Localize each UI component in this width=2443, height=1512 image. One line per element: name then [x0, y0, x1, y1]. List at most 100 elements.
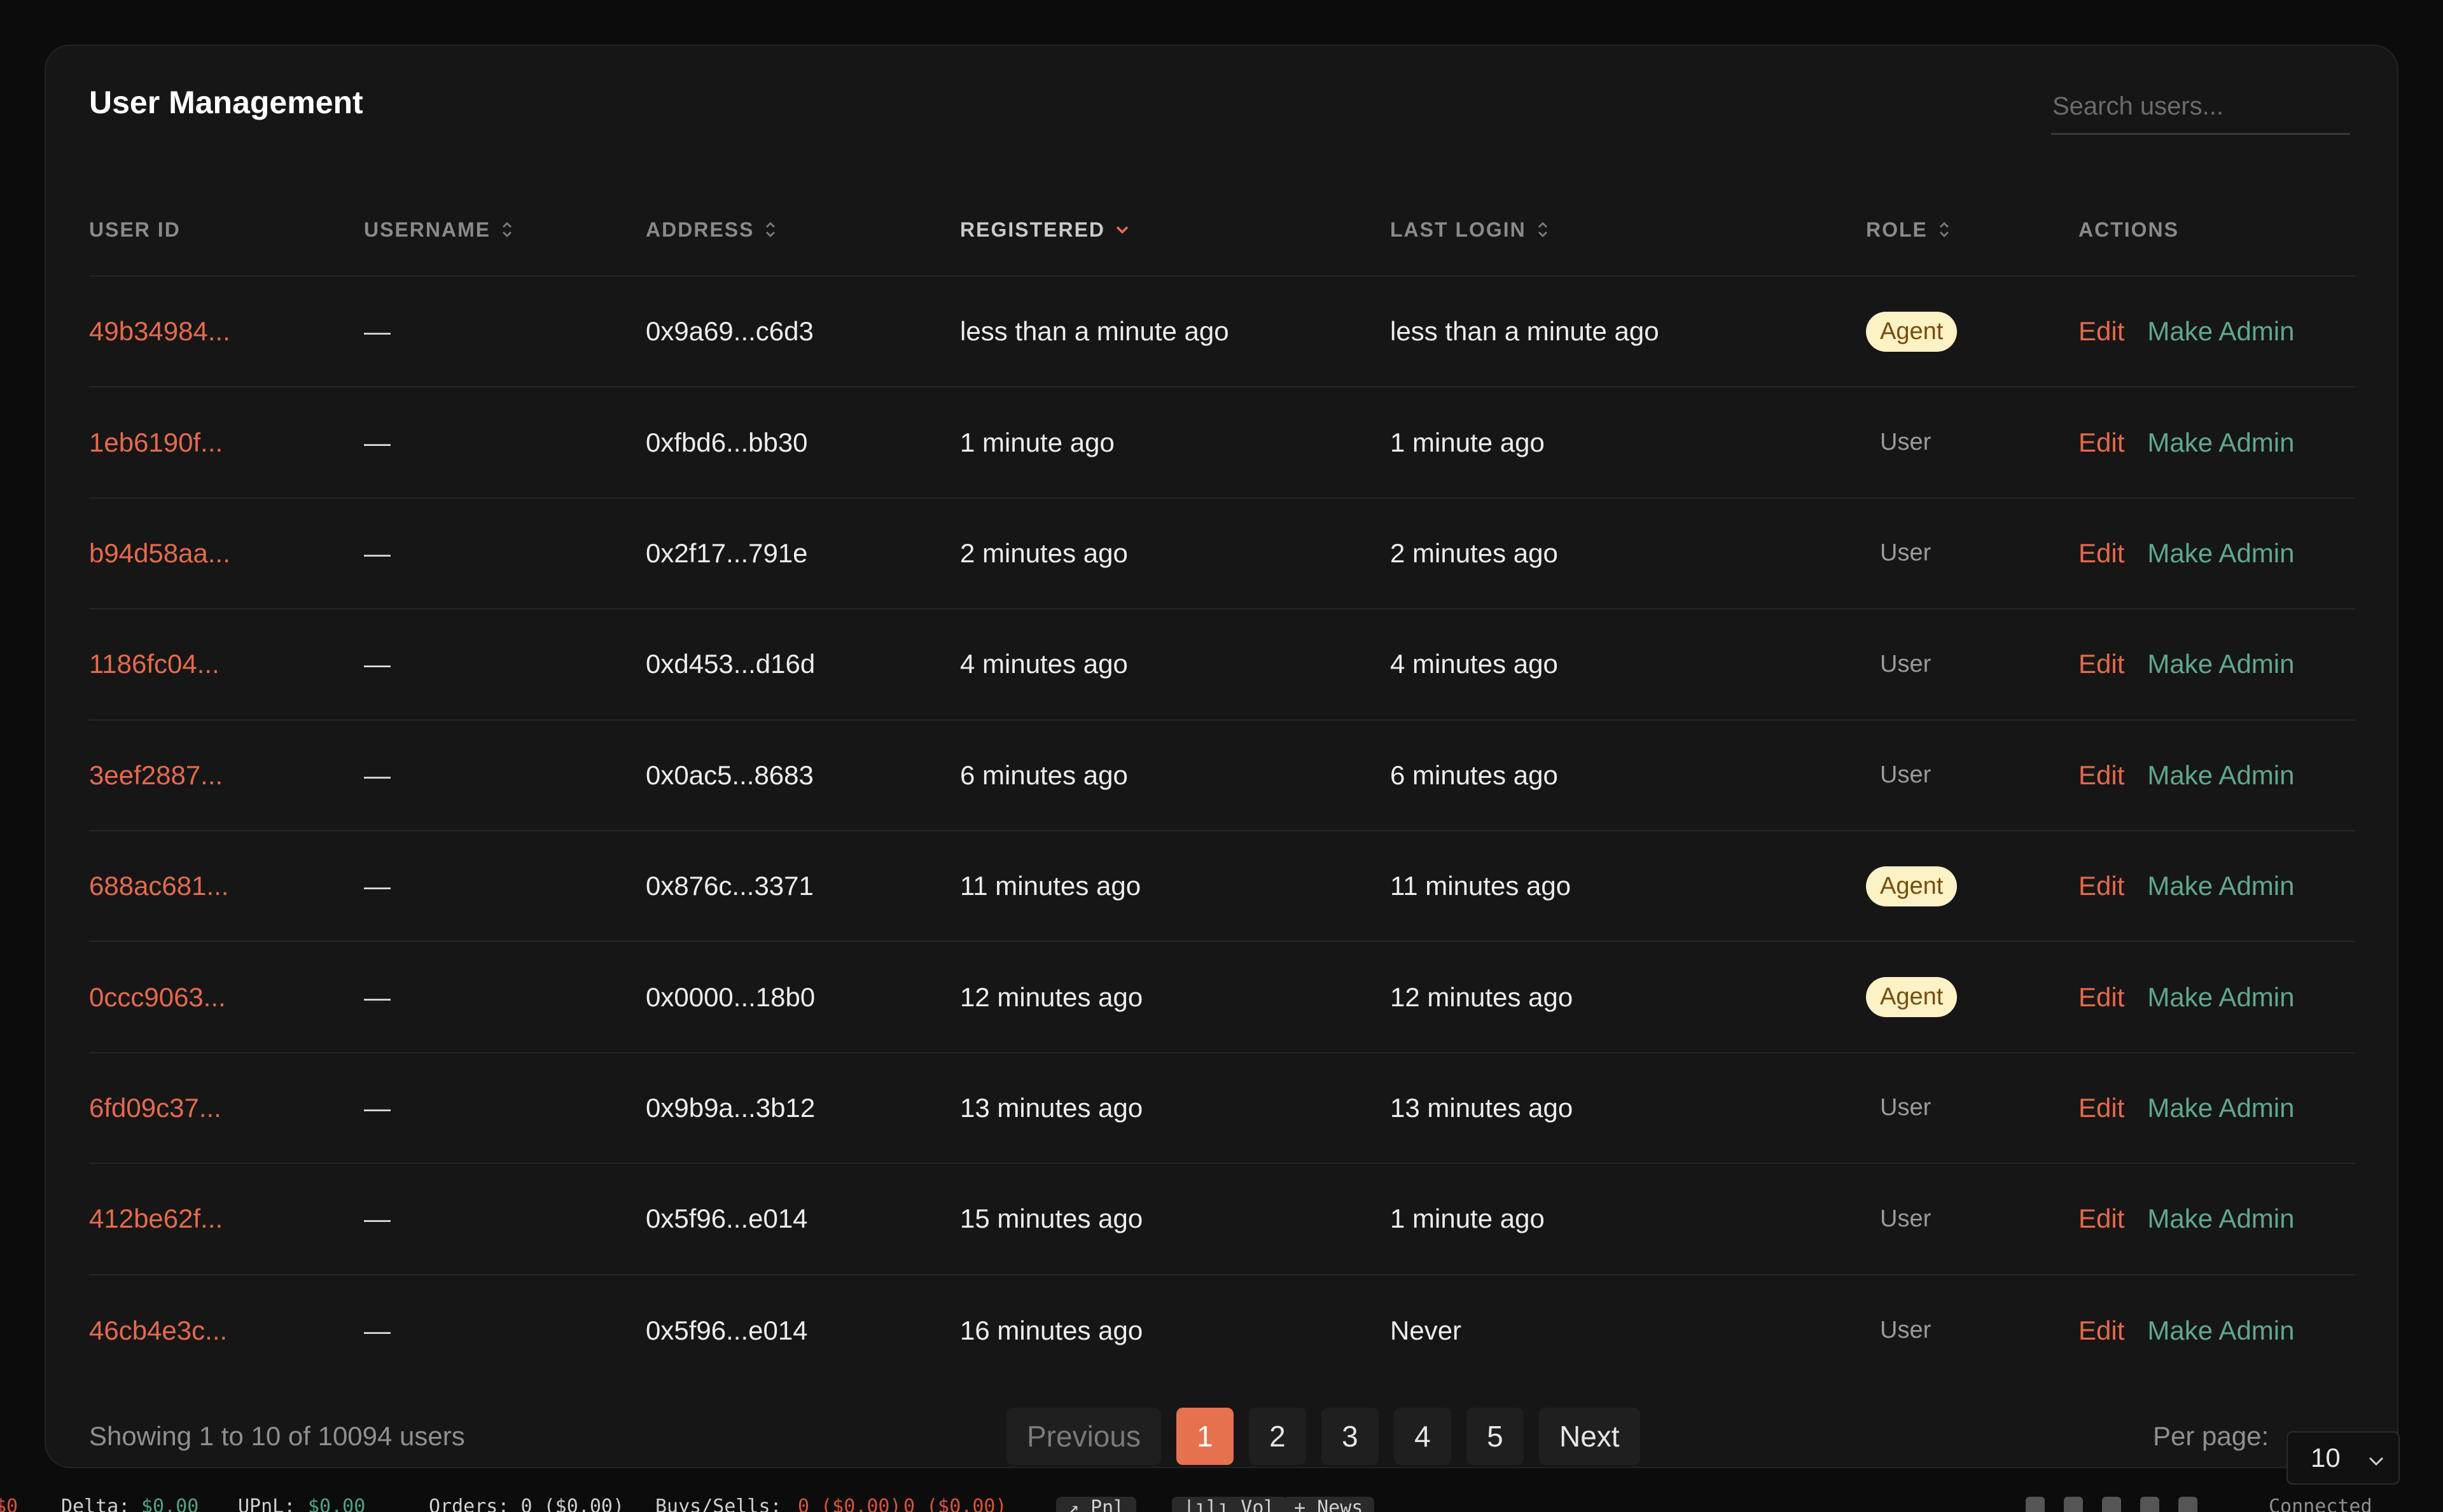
- pagination: Previous 1 2 3 4 5 Next: [1006, 1408, 1640, 1465]
- actions-cell: Edit Make Admin: [2078, 277, 2294, 386]
- sort-desc-icon: [1114, 223, 1131, 236]
- per-page-value: 10: [2311, 1443, 2341, 1473]
- edit-button[interactable]: Edit: [2078, 1315, 2124, 1346]
- linkedin-icon[interactable]: [2140, 1497, 2159, 1512]
- pnl-button[interactable]: ↗ Pnl: [1056, 1497, 1137, 1512]
- address-cell: 0x0000...18b0: [646, 981, 816, 1012]
- edit-button[interactable]: Edit: [2078, 538, 2124, 569]
- github-icon[interactable]: [2178, 1497, 2197, 1512]
- table-row: b94d58aa... — 0x2f17...791e 2 minutes ago 2 …: [89, 499, 2355, 610]
- address-cell: 0x0ac5...8683: [646, 759, 814, 790]
- user-id-link[interactable]: 1186fc04...: [89, 609, 219, 719]
- actions-cell: Edit Make Admin: [2078, 721, 2294, 830]
- user-management-panel: User Management USER ID USERNAME ADDRESS RE…: [45, 45, 2400, 1485]
- column-header-address[interactable]: ADDRESS: [646, 183, 778, 277]
- page-button-5[interactable]: 5: [1466, 1408, 1524, 1465]
- make-admin-button[interactable]: Make Admin: [2147, 871, 2294, 901]
- user-id-link[interactable]: 6fd09c37...: [89, 1053, 221, 1163]
- role-cell: User: [1866, 1053, 1945, 1163]
- table-body: 49b34984... — 0x9a69...c6d3 less than a min…: [89, 277, 2355, 1386]
- social-icons: [2026, 1497, 2197, 1512]
- role-badge: User: [1880, 1094, 1931, 1121]
- user-id-link[interactable]: 688ac681...: [89, 831, 229, 941]
- edit-button[interactable]: Edit: [2078, 1203, 2124, 1234]
- registered-cell: less than a minute ago: [960, 316, 1229, 347]
- address-cell: 0x9b9a...3b12: [646, 1092, 816, 1123]
- make-admin-button[interactable]: Make Admin: [2147, 649, 2294, 679]
- edit-button[interactable]: Edit: [2078, 427, 2124, 458]
- last-login-cell: 1 minute ago: [1390, 427, 1545, 457]
- table-row: 49b34984... — 0x9a69...c6d3 less than a min…: [89, 277, 2355, 388]
- make-admin-button[interactable]: Make Admin: [2147, 1203, 2294, 1234]
- make-admin-button[interactable]: Make Admin: [2147, 1093, 2294, 1123]
- table-row: 46cb4e3c... — 0x5f96...e014 16 minutes ago N…: [89, 1275, 2355, 1386]
- column-header-last-login[interactable]: LAST LOGIN: [1390, 183, 1550, 277]
- column-label: REGISTERED: [960, 218, 1106, 241]
- role-badge: User: [1880, 761, 1931, 789]
- x-icon[interactable]: [2026, 1497, 2045, 1512]
- vol-button[interactable]: |ılı Vol: [1172, 1497, 1287, 1512]
- registered-cell: 15 minutes ago: [960, 1203, 1143, 1234]
- orders-text: Orders: 0 ($0.00): [429, 1495, 625, 1512]
- per-page-select[interactable]: 10: [2286, 1431, 2400, 1485]
- last-login-cell: 2 minutes ago: [1390, 538, 1558, 568]
- user-id-link[interactable]: 1eb6190f...: [89, 387, 223, 497]
- role-badge: User: [1880, 1205, 1931, 1232]
- username-cell: —: [364, 1203, 391, 1234]
- address-cell: 0x2f17...791e: [646, 538, 808, 568]
- last-login-cell: 4 minutes ago: [1390, 649, 1558, 679]
- role-cell: Agent: [1866, 277, 1958, 386]
- connection-status: Connected: [2269, 1495, 2372, 1512]
- make-admin-button[interactable]: Make Admin: [2147, 1315, 2294, 1346]
- edit-button[interactable]: Edit: [2078, 1093, 2124, 1123]
- username-cell: —: [364, 1092, 391, 1123]
- column-header-username[interactable]: USERNAME: [364, 183, 515, 277]
- page-button-4[interactable]: 4: [1393, 1408, 1451, 1465]
- sort-icon: [1937, 219, 1952, 240]
- user-id-link[interactable]: b94d58aa...: [89, 499, 230, 608]
- role-cell: User: [1866, 387, 1945, 497]
- edit-button[interactable]: Edit: [2078, 649, 2124, 679]
- role-badge: Agent: [1866, 977, 1958, 1018]
- showing-count: Showing 1 to 10 of 10094 users: [89, 1421, 465, 1451]
- column-header-user-id: USER ID: [89, 183, 181, 277]
- edit-button[interactable]: Edit: [2078, 316, 2124, 347]
- registered-cell: 12 minutes ago: [960, 981, 1143, 1012]
- upnl-value: $0.00: [308, 1495, 366, 1512]
- user-id-link[interactable]: 0ccc9063...: [89, 942, 226, 1051]
- make-admin-button[interactable]: Make Admin: [2147, 427, 2294, 458]
- make-admin-button[interactable]: Make Admin: [2147, 316, 2294, 347]
- column-header-actions: ACTIONS: [2078, 183, 2179, 277]
- registered-cell: 13 minutes ago: [960, 1092, 1143, 1123]
- page-button-1[interactable]: 1: [1176, 1408, 1234, 1465]
- role-badge: User: [1880, 539, 1931, 567]
- page-button-3[interactable]: 3: [1321, 1408, 1379, 1465]
- make-admin-button[interactable]: Make Admin: [2147, 760, 2294, 791]
- registered-cell: 2 minutes ago: [960, 538, 1128, 568]
- next-button[interactable]: Next: [1538, 1408, 1640, 1465]
- sort-icon: [499, 219, 515, 240]
- edit-button[interactable]: Edit: [2078, 982, 2124, 1013]
- user-id-link[interactable]: 3eef2887...: [89, 721, 223, 830]
- previous-button[interactable]: Previous: [1006, 1408, 1161, 1465]
- column-header-role[interactable]: ROLE: [1866, 183, 1952, 277]
- page-button-2[interactable]: 2: [1248, 1408, 1306, 1465]
- column-header-registered[interactable]: REGISTERED: [960, 183, 1131, 277]
- make-admin-button[interactable]: Make Admin: [2147, 538, 2294, 569]
- discord-icon[interactable]: [2064, 1497, 2083, 1512]
- address-cell: 0xd453...d16d: [646, 649, 816, 679]
- news-button[interactable]: + News: [1283, 1497, 1375, 1512]
- user-id-link[interactable]: 46cb4e3c...: [89, 1275, 227, 1386]
- user-id-link[interactable]: 49b34984...: [89, 277, 230, 386]
- edit-button[interactable]: Edit: [2078, 760, 2124, 791]
- role-cell: User: [1866, 609, 1945, 719]
- actions-cell: Edit Make Admin: [2078, 942, 2294, 1051]
- user-id-link[interactable]: 412be62f...: [89, 1164, 223, 1273]
- upnl-label: UPnL:: [238, 1495, 296, 1512]
- edit-button[interactable]: Edit: [2078, 871, 2124, 901]
- last-login-cell: Never: [1390, 1315, 1462, 1345]
- registered-cell: 6 minutes ago: [960, 759, 1128, 790]
- search-input[interactable]: [2051, 80, 2350, 135]
- telegram-icon[interactable]: [2102, 1497, 2121, 1512]
- make-admin-button[interactable]: Make Admin: [2147, 982, 2294, 1013]
